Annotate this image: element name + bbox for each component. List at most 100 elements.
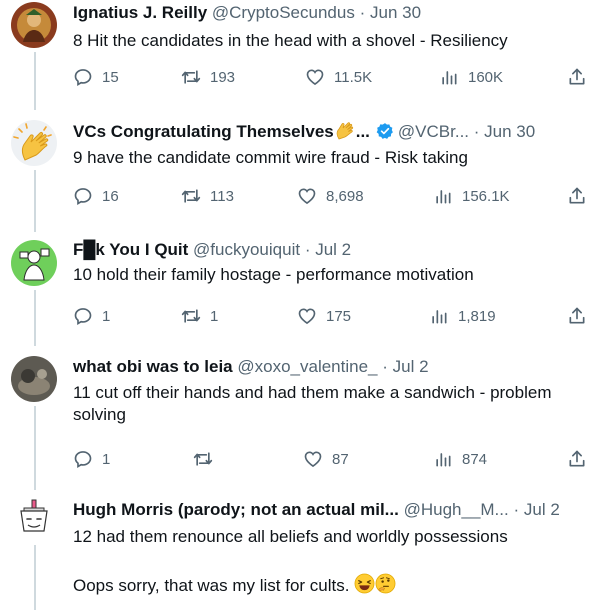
retweet-icon bbox=[181, 306, 201, 326]
avatar[interactable] bbox=[11, 356, 57, 402]
avatar[interactable] bbox=[11, 2, 57, 48]
share-button[interactable] bbox=[567, 448, 587, 470]
verified-icon bbox=[376, 122, 394, 146]
reply-button[interactable]: 16 bbox=[73, 185, 119, 207]
thread-line bbox=[34, 170, 36, 232]
separator: · bbox=[473, 122, 480, 141]
retweet-button[interactable]: 1 bbox=[181, 305, 218, 327]
share-button[interactable] bbox=[567, 305, 587, 327]
tweet-text-followup: Oops sorry, that was my list for cults. bbox=[73, 573, 603, 600]
views-button[interactable]: 156.1K bbox=[433, 185, 510, 207]
views-button[interactable]: 160K bbox=[439, 66, 503, 88]
like-button[interactable]: 87 bbox=[303, 448, 349, 470]
tweet-header: what obi was to leia @xoxo_valentine_ · … bbox=[73, 356, 429, 378]
like-button[interactable]: 175 bbox=[297, 305, 351, 327]
user-handle[interactable]: @CryptoSecundus bbox=[212, 3, 355, 22]
share-icon bbox=[567, 449, 587, 469]
tweet-text-line: solving bbox=[73, 405, 126, 424]
user-handle[interactable]: @xoxo_valentine_ bbox=[237, 357, 377, 376]
reply-icon bbox=[73, 306, 93, 326]
thinking-face-icon bbox=[375, 573, 396, 600]
tweet-text: 9 have the candidate commit wire fraud -… bbox=[73, 148, 468, 167]
share-icon bbox=[567, 67, 587, 87]
like-icon bbox=[297, 186, 317, 206]
view-count: 874 bbox=[462, 450, 488, 468]
reply-button[interactable]: 15 bbox=[73, 66, 119, 88]
display-name[interactable]: Hugh Morris (parody; not an actual mil..… bbox=[73, 500, 399, 519]
display-name[interactable]: F█k You I Quit bbox=[73, 240, 188, 259]
display-name-ellipsis: ... bbox=[355, 122, 370, 141]
display-name[interactable]: Ignatius J. Reilly bbox=[73, 3, 207, 22]
display-name[interactable]: what obi was to leia bbox=[73, 357, 233, 376]
tweet-text: 10 hold their family hostage - performan… bbox=[73, 265, 474, 284]
avatar[interactable] bbox=[11, 494, 57, 540]
tweet-date[interactable]: Jun 30 bbox=[370, 3, 421, 22]
reply-icon bbox=[73, 186, 93, 206]
clapping-hands-icon bbox=[334, 120, 356, 146]
views-icon bbox=[439, 67, 459, 87]
like-button[interactable]: 11.5K bbox=[305, 66, 372, 88]
separator: · bbox=[513, 500, 520, 519]
reply-count: 1 bbox=[102, 307, 111, 325]
tweet-text: 11 cut off their hands and had them make… bbox=[73, 382, 603, 426]
reply-button[interactable]: 1 bbox=[73, 305, 110, 327]
retweet-icon bbox=[181, 67, 201, 87]
user-handle[interactable]: @fuckyouiquit bbox=[193, 240, 300, 259]
reply-icon bbox=[73, 449, 93, 469]
share-button[interactable] bbox=[567, 185, 587, 207]
retweet-icon bbox=[193, 449, 213, 469]
tweet-date[interactable]: Jul 2 bbox=[315, 240, 351, 259]
like-count: 11.5K bbox=[334, 68, 373, 86]
views-button[interactable]: 1,819 bbox=[429, 305, 496, 327]
view-count: 160K bbox=[468, 68, 504, 86]
retweet-count: 113 bbox=[210, 187, 234, 205]
retweet-icon bbox=[181, 186, 201, 206]
like-button[interactable]: 8,698 bbox=[297, 185, 364, 207]
reply-count: 1 bbox=[102, 450, 111, 468]
thread-line bbox=[34, 290, 36, 346]
tweet-header: Ignatius J. Reilly @CryptoSecundus · Jun… bbox=[73, 2, 421, 24]
user-handle[interactable]: @Hugh__M... bbox=[404, 500, 509, 519]
share-icon bbox=[567, 186, 587, 206]
like-count: 175 bbox=[326, 307, 352, 325]
tweet-header: Hugh Morris (parody; not an actual mil..… bbox=[73, 499, 560, 521]
thread-line bbox=[34, 406, 36, 490]
like-icon bbox=[303, 449, 323, 469]
like-count: 87 bbox=[332, 450, 349, 468]
share-button[interactable] bbox=[567, 66, 587, 88]
like-icon bbox=[305, 67, 325, 87]
tweet-date[interactable]: Jun 30 bbox=[484, 122, 535, 141]
reply-icon bbox=[73, 67, 93, 87]
display-name[interactable]: VCs Congratulating Themselves bbox=[73, 122, 334, 141]
reply-count: 16 bbox=[102, 187, 119, 205]
like-count: 8,698 bbox=[326, 187, 364, 205]
tweet-text: 8 Hit the candidates in the head with a … bbox=[73, 31, 508, 50]
tweet-text-line: Oops sorry, that was my list for cults. bbox=[73, 576, 350, 595]
view-count: 156.1K bbox=[462, 187, 510, 205]
thread-line bbox=[34, 545, 36, 610]
tweet-text: 12 had them renounce all beliefs and wor… bbox=[73, 527, 508, 546]
retweet-button[interactable]: 113 bbox=[181, 185, 234, 207]
tweet-header: VCs Congratulating Themselves... @VCBr...… bbox=[73, 120, 535, 146]
tweet-date[interactable]: Jul 2 bbox=[524, 500, 560, 519]
tweet-header: F█k You I Quit @fuckyouiquit · Jul 2 bbox=[73, 239, 351, 261]
retweet-count: 193 bbox=[210, 68, 236, 86]
retweet-count: 1 bbox=[210, 307, 219, 325]
reply-count: 15 bbox=[102, 68, 119, 86]
thread-line bbox=[34, 52, 36, 110]
like-icon bbox=[297, 306, 317, 326]
tweet-text-line: 11 cut off their hands and had them make… bbox=[73, 383, 552, 402]
avatar[interactable] bbox=[11, 240, 57, 286]
views-icon bbox=[429, 306, 449, 326]
tweet-date[interactable]: Jul 2 bbox=[393, 357, 429, 376]
views-icon bbox=[433, 449, 453, 469]
separator: · bbox=[382, 357, 388, 376]
retweet-button[interactable] bbox=[193, 448, 213, 470]
avatar[interactable] bbox=[11, 120, 57, 166]
reply-button[interactable]: 1 bbox=[73, 448, 110, 470]
view-count: 1,819 bbox=[458, 307, 496, 325]
views-button[interactable]: 874 bbox=[433, 448, 487, 470]
user-handle[interactable]: @VCBr... bbox=[398, 122, 469, 141]
share-icon bbox=[567, 306, 587, 326]
retweet-button[interactable]: 193 bbox=[181, 66, 235, 88]
